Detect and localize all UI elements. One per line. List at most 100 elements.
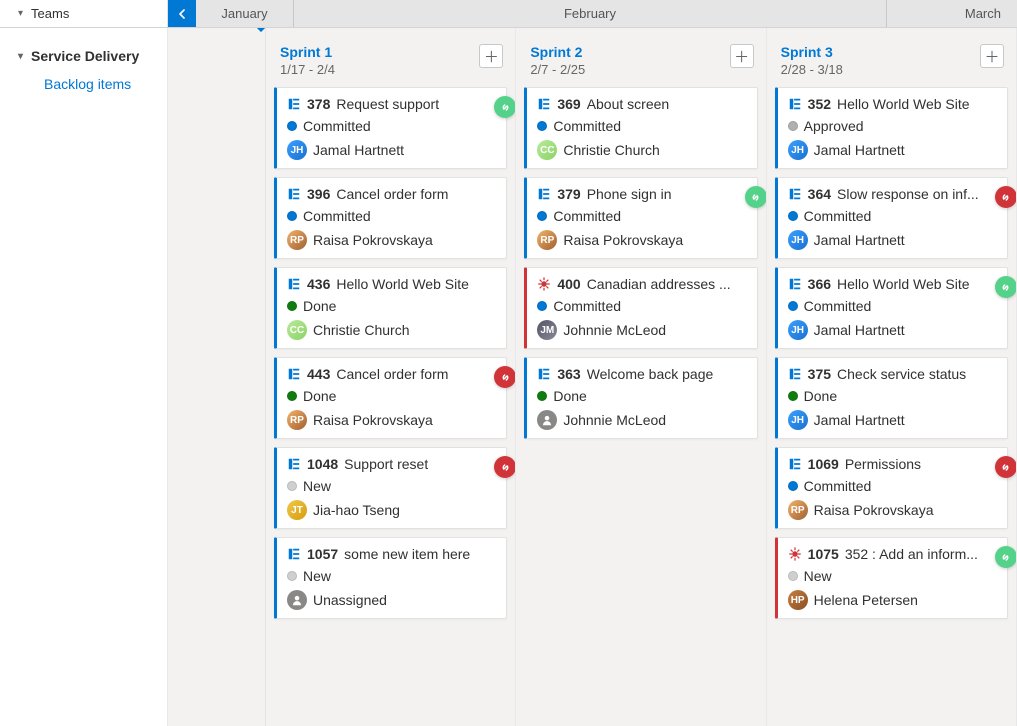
work-item-card[interactable]: 375Check service statusDoneJHJamal Hartn… (775, 357, 1008, 439)
pbi-icon (788, 277, 802, 291)
assignee-name: Jamal Hartnett (814, 412, 905, 428)
work-item-title: Slow response on inf... (837, 186, 979, 202)
timeline-prev-button[interactable] (168, 0, 196, 27)
teams-toggle[interactable]: ▾ Teams (0, 0, 168, 27)
link-badge-icon[interactable] (995, 186, 1017, 208)
work-item-title: Canadian addresses ... (587, 276, 731, 292)
sprint-column: Sprint 22/7 - 2/25＋369About screenCommit… (516, 28, 766, 726)
link-badge-icon[interactable] (494, 366, 516, 388)
work-item-card[interactable]: 379Phone sign inCommittedRPRaisa Pokrovs… (524, 177, 757, 259)
work-item-card[interactable]: 1075352 : Add an inform...NewHPHelena Pe… (775, 537, 1008, 619)
link-badge-icon[interactable] (995, 546, 1017, 568)
work-item-title: Hello World Web Site (837, 276, 970, 292)
chevron-down-icon: ▾ (18, 8, 23, 19)
avatar: JT (287, 500, 307, 520)
avatar: JH (287, 140, 307, 160)
work-item-id: 1075 (808, 546, 839, 562)
assignee-name: Raisa Pokrovskaya (313, 232, 433, 248)
assignee-name: Raisa Pokrovskaya (814, 502, 934, 518)
avatar: RP (287, 230, 307, 250)
assignee-name: Jamal Hartnett (814, 322, 905, 338)
state-dot-icon (537, 391, 547, 401)
work-item-id: 369 (557, 96, 580, 112)
work-item-title: Request support (336, 96, 439, 112)
sidebar: ▾ Service Delivery Backlog items (0, 28, 168, 726)
work-item-id: 436 (307, 276, 330, 292)
sidebar-backlog-items[interactable]: Backlog items (0, 68, 167, 98)
team-service-delivery[interactable]: ▾ Service Delivery (0, 44, 167, 68)
avatar: CC (537, 140, 557, 160)
link-badge-icon[interactable] (995, 276, 1017, 298)
work-item-id: 366 (808, 276, 831, 292)
sprint-column: Sprint 11/17 - 2/4＋378Request supportCom… (266, 28, 516, 726)
pbi-icon (788, 97, 802, 111)
state-dot-icon (287, 121, 297, 131)
pbi-icon (287, 457, 301, 471)
state-dot-icon (287, 391, 297, 401)
avatar: RP (788, 500, 808, 520)
chevron-down-icon: ▾ (18, 51, 23, 62)
work-item-state: Committed (553, 118, 621, 134)
bug-icon (537, 277, 551, 291)
work-item-state: Committed (804, 298, 872, 314)
work-item-card[interactable]: 369About screenCommittedCCChristie Churc… (524, 87, 757, 169)
work-item-card[interactable]: 396Cancel order formCommittedRPRaisa Pok… (274, 177, 507, 259)
sprint-name[interactable]: Sprint 1 (280, 44, 335, 60)
sprint-dates: 2/7 - 2/25 (530, 62, 585, 77)
work-item-title: Support reset (344, 456, 428, 472)
work-item-card[interactable]: 363Welcome back pageDoneJohnnie McLeod (524, 357, 757, 439)
state-dot-icon (788, 391, 798, 401)
work-item-card[interactable]: 1069PermissionsCommittedRPRaisa Pokrovsk… (775, 447, 1008, 529)
work-item-card[interactable]: 364Slow response on inf...CommittedJHJam… (775, 177, 1008, 259)
work-item-title: Hello World Web Site (837, 96, 970, 112)
assignee-name: Jamal Hartnett (313, 142, 404, 158)
add-card-button[interactable]: ＋ (730, 44, 754, 68)
pbi-icon (287, 97, 301, 111)
sprint-name[interactable]: Sprint 3 (781, 44, 843, 60)
month-march: March (887, 0, 1017, 27)
sprint-header: Sprint 32/28 - 3/18＋ (775, 40, 1008, 87)
work-item-title: Permissions (845, 456, 921, 472)
avatar: JH (788, 320, 808, 340)
month-january: January (196, 0, 294, 27)
work-item-card[interactable]: 436Hello World Web SiteDoneCCChristie Ch… (274, 267, 507, 349)
work-item-card[interactable]: 1057some new item hereNewUnassigned (274, 537, 507, 619)
link-badge-icon[interactable] (494, 456, 516, 478)
work-item-state: Done (303, 298, 336, 314)
sprint-dates: 1/17 - 2/4 (280, 62, 335, 77)
avatar: JH (788, 140, 808, 160)
work-item-title: Hello World Web Site (336, 276, 469, 292)
board: Sprint 11/17 - 2/4＋378Request supportCom… (168, 28, 1017, 726)
add-card-button[interactable]: ＋ (479, 44, 503, 68)
pbi-icon (537, 187, 551, 201)
pbi-icon (788, 457, 802, 471)
work-item-id: 1048 (307, 456, 338, 472)
avatar: HP (788, 590, 808, 610)
avatar: JM (537, 320, 557, 340)
work-item-card[interactable]: 443Cancel order formDoneRPRaisa Pokrovsk… (274, 357, 507, 439)
teams-label: Teams (31, 6, 69, 21)
assignee-name: Jia-hao Tseng (313, 502, 400, 518)
work-item-card[interactable]: 366 Hello World Web Site Committed JH Jamal … (775, 267, 1008, 349)
work-item-card[interactable]: 352Hello World Web SiteApprovedJHJamal H… (775, 87, 1008, 169)
link-badge-icon[interactable] (995, 456, 1017, 478)
add-card-button[interactable]: ＋ (980, 44, 1004, 68)
state-dot-icon (287, 481, 297, 491)
work-item-card[interactable]: 378Request supportCommittedJHJamal Hartn… (274, 87, 507, 169)
work-item-state: Approved (804, 118, 864, 134)
work-item-id: 363 (557, 366, 580, 382)
avatar (537, 410, 557, 430)
work-item-card[interactable]: 400Canadian addresses ...CommittedJMJohn… (524, 267, 757, 349)
work-item-state: Committed (303, 118, 371, 134)
work-item-id: 364 (808, 186, 831, 202)
sprint-name[interactable]: Sprint 2 (530, 44, 585, 60)
work-item-title: some new item here (344, 546, 470, 562)
work-item-card[interactable]: 1048Support resetNewJTJia-hao Tseng (274, 447, 507, 529)
avatar: CC (287, 320, 307, 340)
sprint-column: Sprint 32/28 - 3/18＋352Hello World Web S… (767, 28, 1017, 726)
pbi-icon (788, 367, 802, 381)
assignee-name: Johnnie McLeod (563, 412, 666, 428)
assignee-name: Jamal Hartnett (814, 232, 905, 248)
link-badge-icon[interactable] (745, 186, 767, 208)
link-badge-icon[interactable] (494, 96, 516, 118)
